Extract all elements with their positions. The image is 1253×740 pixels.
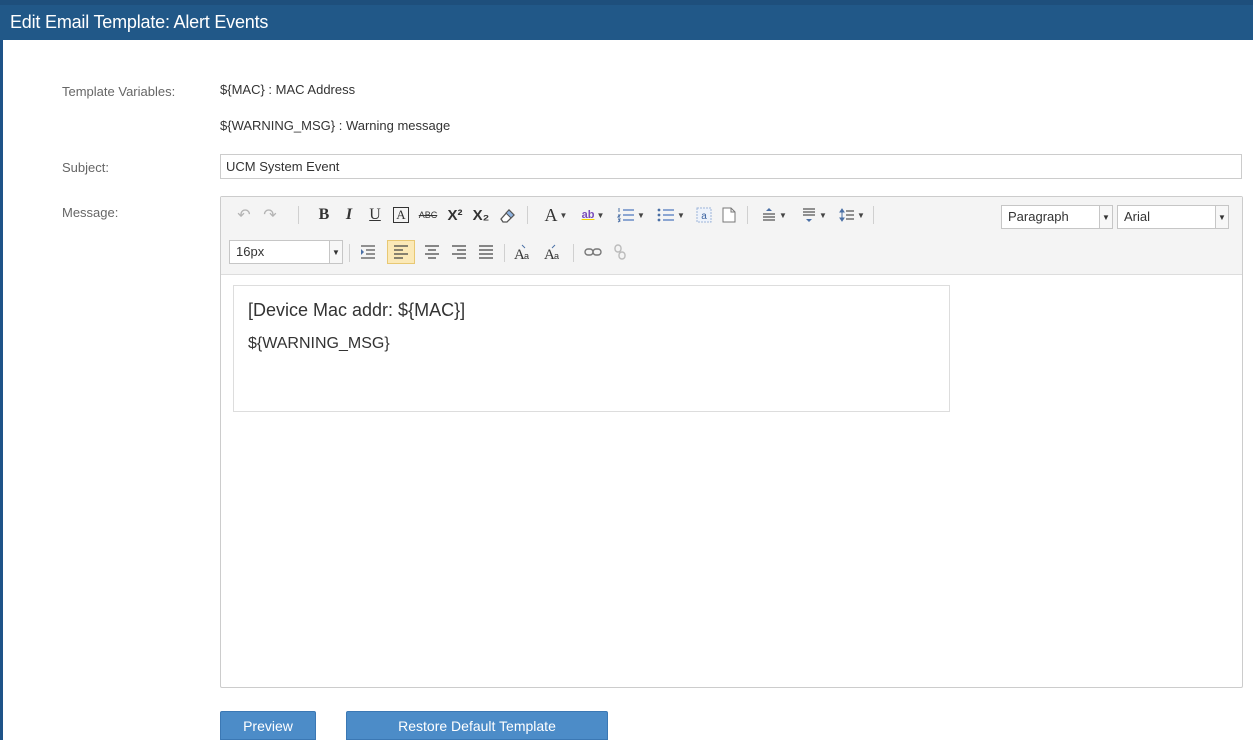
format-select-value: Paragraph: [1008, 209, 1069, 224]
template-variable-mac: ${MAC} : MAC Address: [220, 82, 356, 97]
space-after-button[interactable]: ▼: [797, 203, 831, 227]
svg-text:a: a: [701, 211, 707, 222]
undo-icon[interactable]: ↶: [233, 203, 255, 227]
subscript-button[interactable]: X₂: [469, 203, 493, 227]
font-select[interactable]: Arial ▼: [1117, 205, 1229, 229]
line-height-button[interactable]: ▼: [835, 203, 869, 227]
underline-button[interactable]: U: [364, 203, 386, 227]
ordered-list-button[interactable]: ▼: [613, 203, 649, 227]
unlink-icon[interactable]: [608, 240, 632, 264]
link-icon[interactable]: [581, 240, 605, 264]
line-height-icon: [839, 208, 855, 222]
format-select[interactable]: Paragraph ▼: [1001, 205, 1113, 229]
document-icon[interactable]: [718, 203, 740, 227]
font-color-icon: A: [544, 204, 558, 225]
subject-label: Subject:: [62, 160, 109, 175]
message-line-warning: ${WARNING_MSG}: [248, 335, 390, 352]
chevron-down-icon: ▼: [1215, 206, 1228, 228]
space-before-icon: [763, 208, 776, 221]
font-size-select-value: 16px: [236, 244, 265, 259]
boxed-text-icon: A: [393, 207, 409, 223]
page-title: Edit Email Template: Alert Events: [10, 12, 269, 32]
font-size-select[interactable]: 16px ▼: [229, 240, 343, 264]
bullet-list-icon: [657, 208, 675, 222]
align-center-icon[interactable]: [420, 240, 444, 264]
boxed-text-button[interactable]: A: [390, 203, 412, 227]
anchor-icon[interactable]: a: [693, 203, 715, 227]
align-justify-icon[interactable]: [474, 240, 498, 264]
message-line-mac: [Device Mac addr: ${MAC}]: [248, 300, 466, 320]
decrease-font-icon[interactable]: Aa: [540, 240, 566, 264]
chevron-down-icon: ▼: [1099, 206, 1112, 228]
align-left-icon: [394, 245, 408, 259]
title-bar: Edit Email Template: Alert Events: [0, 0, 1253, 40]
preview-button[interactable]: Preview: [220, 711, 316, 740]
ordered-list-icon: [617, 208, 635, 223]
bullet-list-button[interactable]: ▼: [653, 203, 689, 227]
strikethrough-button[interactable]: ABC: [416, 203, 440, 227]
editor-toolbar: ↶ ↷ B I U A ABC X² X₂ A ▼ ab ▼ ▼ ▼ a ▼ ▼…: [221, 197, 1242, 275]
subject-input[interactable]: [220, 154, 1242, 179]
font-select-value: Arial: [1124, 209, 1151, 224]
highlight-button[interactable]: ab ▼: [576, 203, 610, 227]
svg-text:a: a: [524, 251, 529, 261]
eraser-icon[interactable]: [495, 203, 519, 227]
indent-icon[interactable]: [356, 240, 380, 264]
italic-button[interactable]: I: [338, 203, 360, 227]
message-body[interactable]: [Device Mac addr: ${MAC}] ${WARNING_MSG}: [233, 285, 950, 412]
template-variables-label: Template Variables:: [62, 84, 176, 99]
template-variable-warning: ${WARNING_MSG} : Warning message: [220, 118, 451, 133]
space-before-button[interactable]: ▼: [757, 203, 791, 227]
chevron-down-icon: ▼: [329, 241, 342, 263]
bold-button[interactable]: B: [313, 203, 335, 227]
message-editor[interactable]: ↶ ↷ B I U A ABC X² X₂ A ▼ ab ▼ ▼ ▼ a ▼ ▼…: [220, 196, 1243, 688]
font-color-button[interactable]: A ▼: [539, 203, 573, 227]
superscript-button[interactable]: X²: [443, 203, 467, 227]
space-after-icon: [803, 208, 816, 222]
svg-text:a: a: [554, 251, 559, 261]
redo-icon[interactable]: ↷: [259, 203, 281, 227]
highlight-icon: ab: [581, 209, 595, 221]
message-label: Message:: [62, 205, 119, 220]
increase-font-icon[interactable]: Aa: [510, 240, 536, 264]
align-right-icon[interactable]: [447, 240, 471, 264]
align-left-button[interactable]: [387, 240, 415, 264]
restore-default-template-button[interactable]: Restore Default Template: [346, 711, 608, 740]
